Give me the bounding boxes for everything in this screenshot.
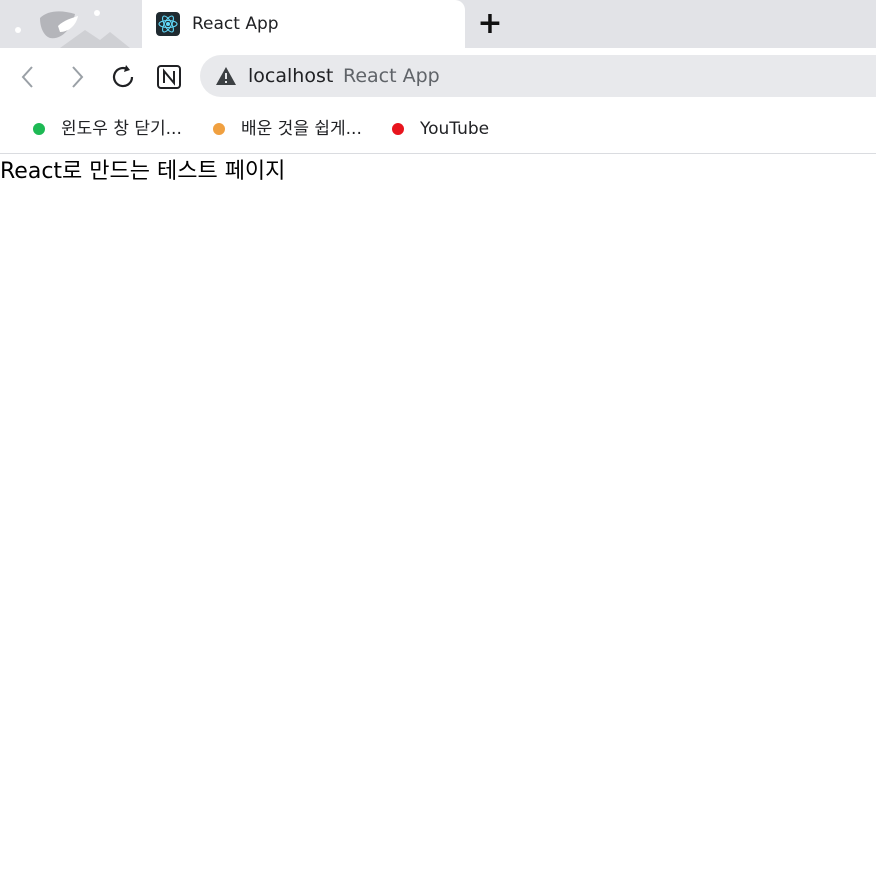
bookmark-item[interactable]: 윈도우 창 닫기... bbox=[33, 118, 203, 140]
bookmark-label: 배운 것을 쉽게... bbox=[241, 119, 362, 139]
tab-react-app[interactable]: React App bbox=[142, 0, 465, 48]
new-tab-button[interactable]: + bbox=[476, 9, 504, 39]
bookmark-dot-icon bbox=[392, 123, 404, 135]
bookmark-item-youtube[interactable]: YouTube bbox=[392, 118, 502, 140]
tab-strip: React App + bbox=[0, 0, 876, 48]
bookmark-label: YouTube bbox=[420, 119, 490, 139]
reload-icon bbox=[112, 65, 134, 88]
reload-button[interactable] bbox=[108, 62, 138, 92]
bookmarks-bar: 윈도우 창 닫기... 배운 것을 쉽게... YouTube bbox=[0, 106, 876, 154]
bookmark-dot-icon bbox=[33, 123, 45, 135]
bookmark-dot-icon bbox=[213, 123, 225, 135]
warning-icon[interactable] bbox=[215, 66, 237, 86]
page-heading: React로 만드는 테스트 페이지 bbox=[0, 159, 286, 184]
forward-button[interactable] bbox=[62, 62, 92, 92]
bookmark-item[interactable]: 배운 것을 쉽게... bbox=[213, 118, 383, 140]
back-button[interactable] bbox=[14, 62, 44, 92]
n-logo-icon bbox=[157, 65, 181, 89]
extension-button[interactable] bbox=[154, 62, 184, 92]
page-content: React로 만드는 테스트 페이지 bbox=[0, 154, 876, 870]
tab-title: React App bbox=[192, 14, 279, 34]
url-page-title: React App bbox=[343, 65, 440, 87]
react-icon bbox=[156, 12, 180, 36]
theme-decoration bbox=[0, 0, 142, 48]
toolbar: localhost React App bbox=[0, 48, 876, 106]
chevron-left-icon bbox=[21, 66, 33, 88]
url-host: localhost bbox=[248, 65, 334, 87]
bookmark-label: 윈도우 창 닫기... bbox=[61, 119, 182, 139]
chevron-right-icon bbox=[72, 66, 84, 88]
address-bar[interactable]: localhost React App bbox=[200, 55, 876, 97]
